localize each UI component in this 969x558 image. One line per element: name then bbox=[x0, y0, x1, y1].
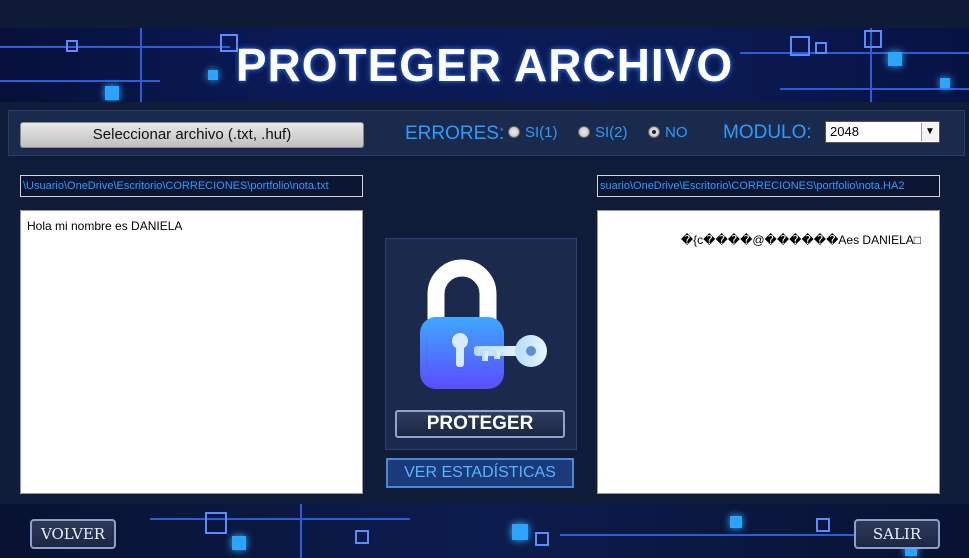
circuit-node bbox=[730, 516, 742, 528]
circuit-line bbox=[150, 518, 410, 520]
input-path-field[interactable]: \Usuario\OneDrive\Escritorio\CORRECIONES… bbox=[20, 175, 363, 197]
radio-si2-label[interactable]: SI(2) bbox=[595, 122, 628, 144]
window-top-strip bbox=[0, 0, 969, 28]
output-text: �{c����@������Aes DANIELA□ bbox=[680, 233, 921, 247]
protect-button[interactable]: PROTEGER bbox=[395, 410, 565, 438]
radio-si1-label[interactable]: SI(1) bbox=[525, 122, 558, 144]
circuit-node bbox=[355, 530, 369, 544]
radio-no-label[interactable]: NO bbox=[665, 122, 688, 144]
header-banner: PROTEGER ARCHIVO bbox=[0, 28, 969, 102]
module-select-value: 2048 bbox=[830, 124, 859, 139]
output-path-field[interactable]: suario\OneDrive\Escritorio\CORRECIONES\p… bbox=[597, 175, 940, 197]
view-stats-button[interactable]: VER ESTADÍSTICAS bbox=[386, 458, 574, 488]
errors-label: ERRORES: bbox=[405, 123, 505, 144]
page-title: PROTEGER ARCHIVO bbox=[235, 39, 734, 91]
lock-key-icon bbox=[420, 259, 547, 389]
back-button[interactable]: VOLVER bbox=[30, 519, 116, 549]
radio-no[interactable] bbox=[648, 126, 660, 138]
module-label: MODULO: bbox=[723, 122, 812, 143]
input-text-area[interactable]: Hola mi nombre es DANIELA bbox=[20, 210, 363, 494]
output-text-area[interactable]: �{c����@������Aes DANIELA□ bbox=[597, 210, 940, 494]
circuit-node bbox=[512, 524, 528, 540]
radio-si1[interactable] bbox=[508, 126, 520, 138]
select-file-button[interactable]: Seleccionar archivo (.txt, .huf) bbox=[20, 122, 364, 148]
circuit-node bbox=[816, 518, 830, 532]
exit-button[interactable]: SALIR bbox=[854, 519, 940, 549]
circuit-node bbox=[232, 536, 246, 550]
chevron-down-icon[interactable]: ▼ bbox=[921, 123, 938, 141]
circuit-node bbox=[205, 512, 227, 534]
circuit-line bbox=[300, 504, 302, 558]
radio-si2[interactable] bbox=[578, 126, 590, 138]
circuit-node bbox=[535, 532, 549, 546]
circuit-line bbox=[560, 534, 860, 536]
footer-banner bbox=[0, 504, 969, 558]
module-select[interactable]: 2048 ▼ bbox=[825, 121, 940, 143]
